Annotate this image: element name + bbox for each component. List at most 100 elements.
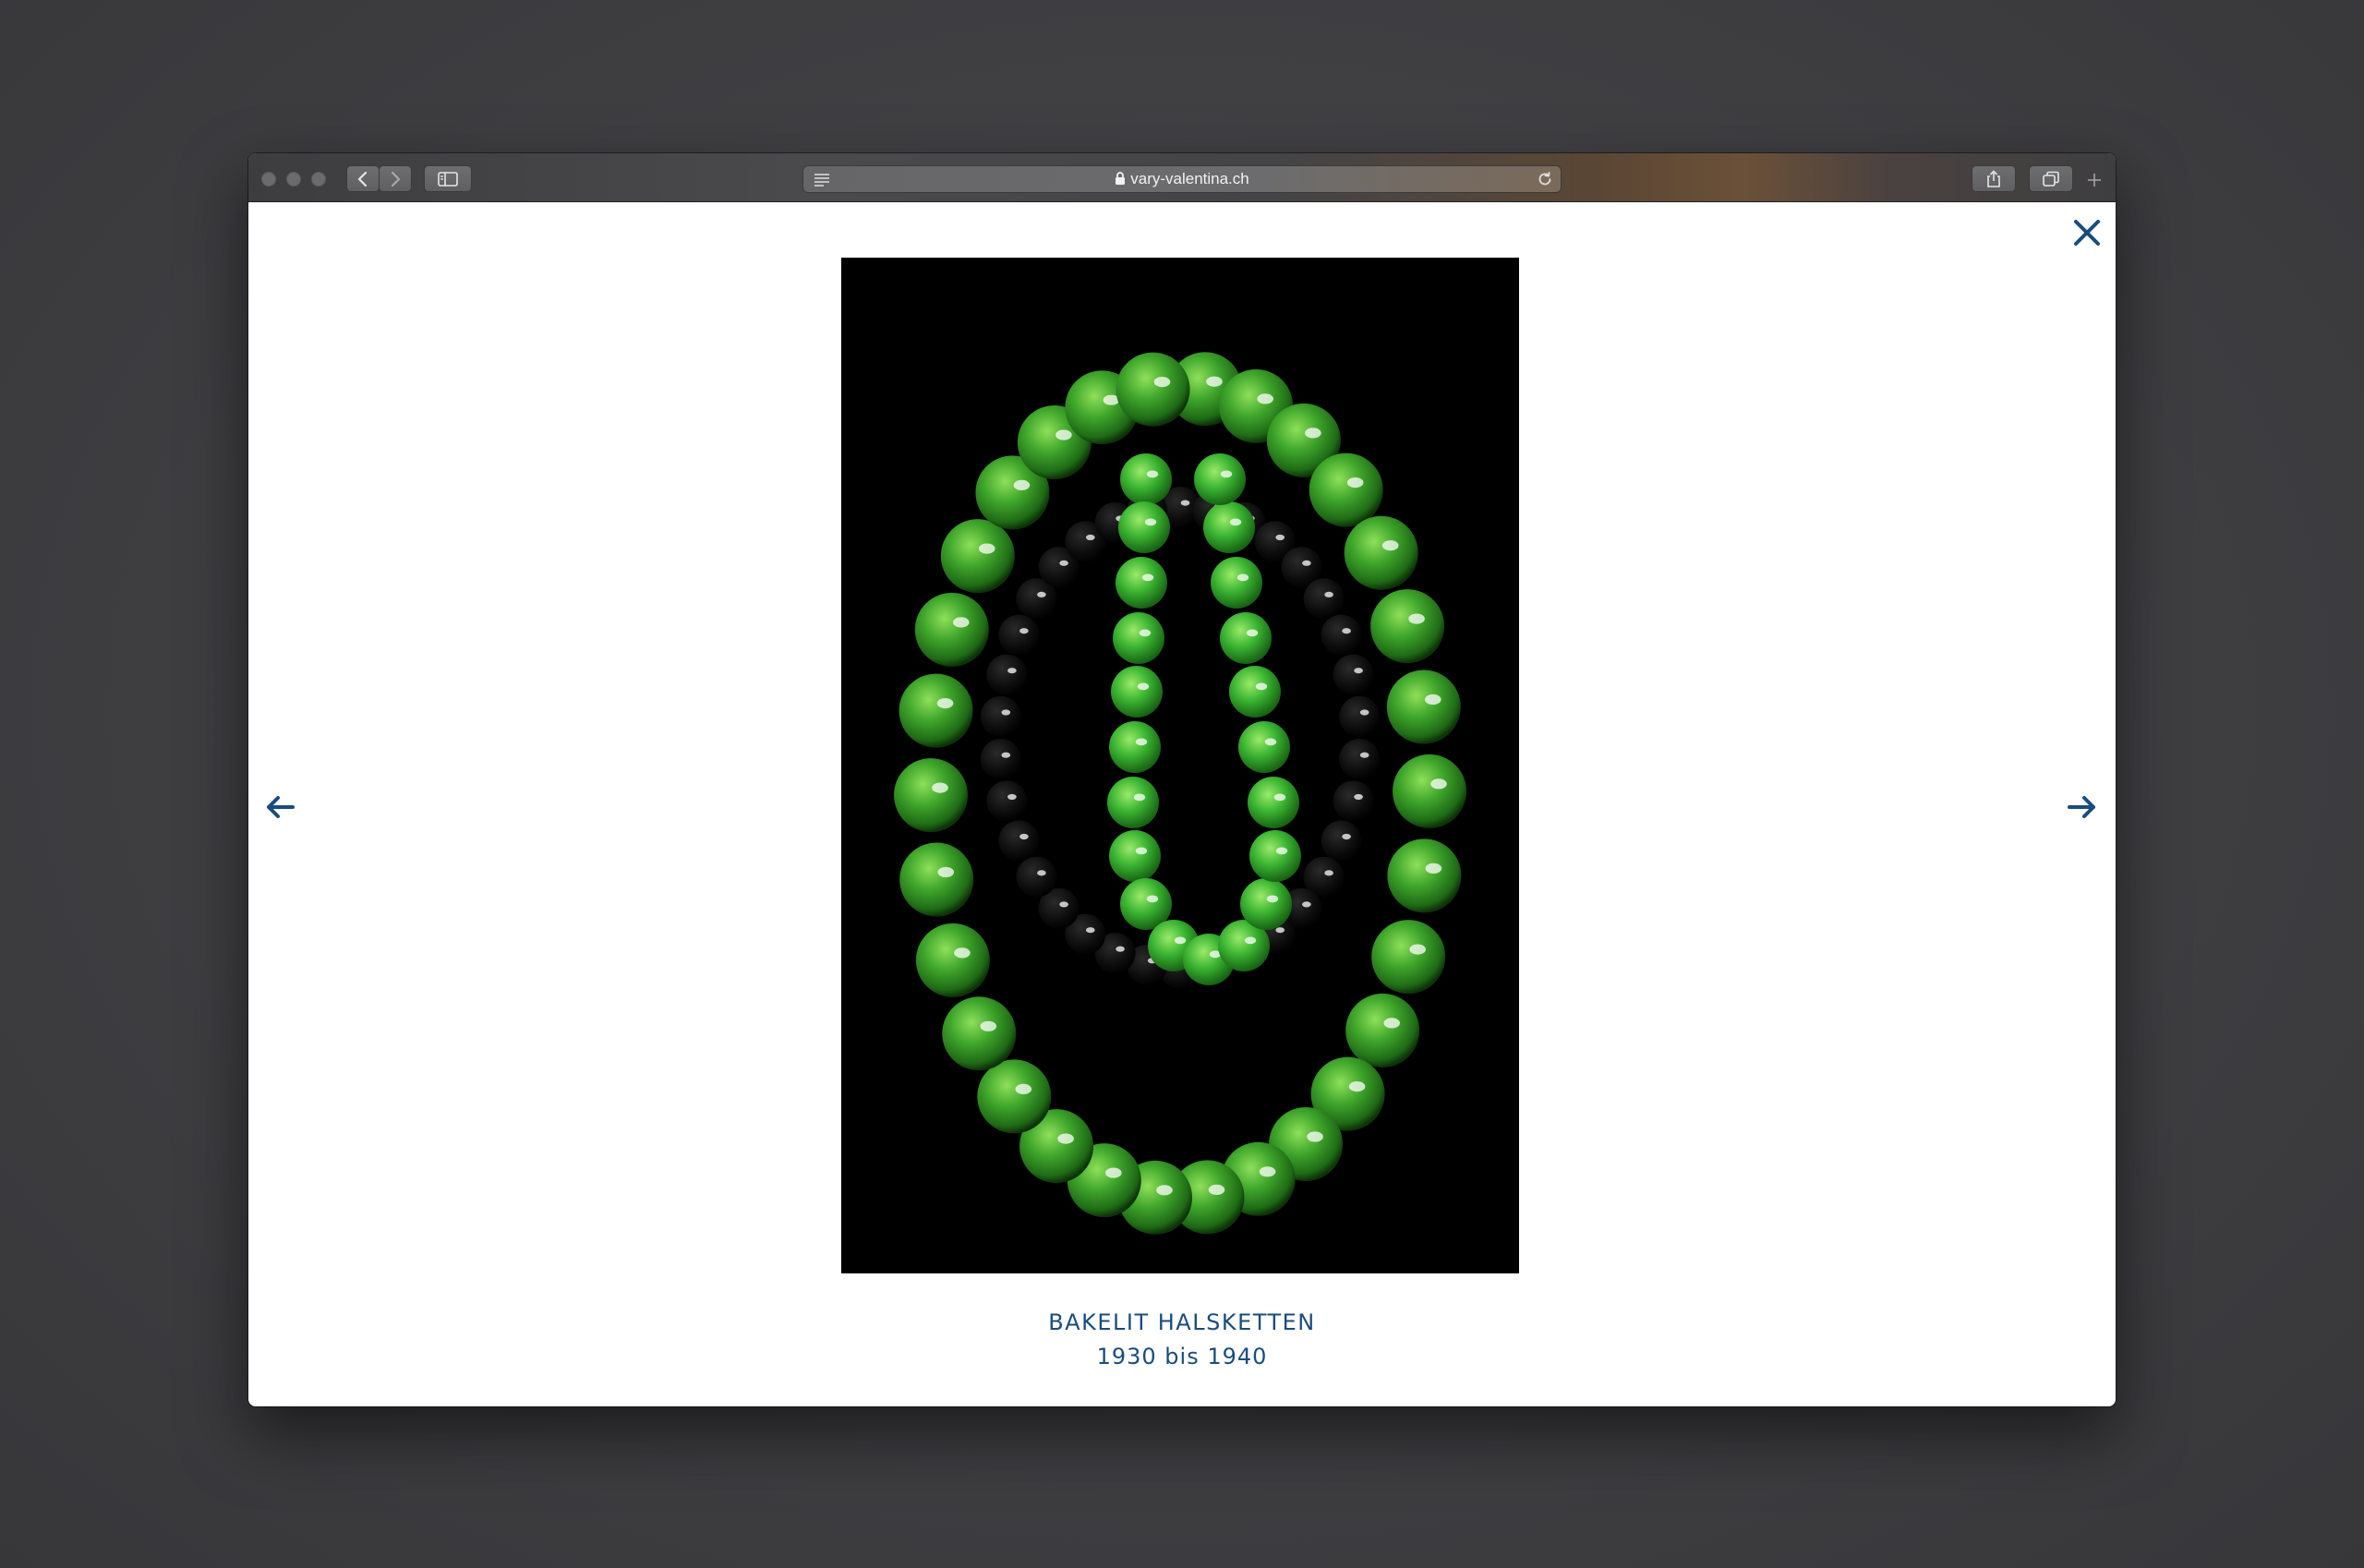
bead-highlight: [954, 947, 971, 959]
outer-green-bead: [1309, 452, 1383, 527]
inner-green-bead: [1203, 501, 1255, 553]
url-display[interactable]: vary-valentina.ch: [803, 171, 1561, 187]
outer-green-bead: [1345, 993, 1420, 1067]
outer-green-bead: [899, 842, 974, 917]
sidebar-icon: [438, 171, 458, 187]
sidebar-toggle-button[interactable]: [424, 165, 472, 192]
lightbox-close-button[interactable]: [2071, 217, 2103, 248]
bead-highlight: [1307, 1131, 1323, 1142]
dark-bead: [1333, 654, 1374, 695]
lock-icon: [1116, 172, 1126, 185]
bead-highlight: [1059, 560, 1068, 566]
reload-icon[interactable]: [1537, 171, 1553, 187]
inner-green-bead: [1109, 721, 1161, 773]
bead-highlight: [1259, 1166, 1276, 1177]
bead-highlight: [1116, 946, 1125, 952]
bead-highlight: [1057, 1133, 1074, 1144]
dark-bead: [1321, 614, 1362, 656]
image-caption-date: 1930 bis 1940: [1096, 1344, 1268, 1369]
bead-highlight: [1086, 927, 1095, 934]
tabs-overview-button[interactable]: [2029, 165, 2073, 192]
bead-highlight: [1430, 778, 1447, 790]
dark-bead: [1321, 820, 1362, 862]
bead-highlight: [1001, 709, 1011, 716]
bead-highlight: [1019, 628, 1029, 634]
chevron-left-icon: [357, 171, 368, 187]
new-tab-button[interactable]: [2086, 172, 2103, 192]
bead-highlight: [1359, 709, 1369, 716]
dark-bead: [980, 739, 1021, 780]
dark-bead: [998, 820, 1040, 862]
bead-highlight: [1139, 629, 1152, 637]
tabs-icon: [2043, 171, 2059, 187]
browser-window: vary-valentina.ch BAKELIT HALSKETTEN 193…: [248, 153, 2116, 1406]
bead-highlight: [1244, 936, 1257, 945]
previous-image-button[interactable]: [265, 793, 296, 821]
inner-green-bead: [1107, 777, 1159, 828]
bead-highlight: [1180, 500, 1190, 506]
back-button[interactable]: [346, 165, 380, 192]
chevron-right-icon: [391, 171, 401, 187]
bead-highlight: [1105, 1167, 1122, 1178]
dark-bead: [980, 695, 1021, 737]
bead-highlight: [1146, 470, 1159, 478]
inner-green-bead: [1116, 557, 1167, 609]
outer-green-bead: [899, 673, 973, 748]
outer-green-bead: [1393, 754, 1466, 828]
arrow-right-icon: [2068, 796, 2095, 818]
outer-green-bead: [942, 996, 1017, 1071]
window-close-light[interactable]: [261, 172, 276, 187]
window-minimize-light[interactable]: [286, 172, 301, 187]
bead-highlight: [1007, 668, 1017, 674]
bead-highlight: [1425, 862, 1442, 874]
outer-green-bead: [894, 758, 968, 833]
inner-green-bead: [1229, 666, 1281, 718]
dark-bead: [998, 614, 1040, 656]
dark-bead: [986, 780, 1028, 822]
bead-highlight: [1007, 793, 1017, 801]
inner-green-bead: [1118, 501, 1170, 553]
bead-highlight: [1302, 560, 1311, 566]
inner-green-bead: [1120, 453, 1172, 505]
bead-highlight: [1001, 752, 1011, 758]
bead-highlight: [1257, 393, 1273, 404]
outer-green-bead: [977, 1059, 1052, 1134]
bead-highlight: [1141, 573, 1154, 582]
lightbox: BAKELIT HALSKETTEN 1930 bis 1940: [248, 202, 2116, 1406]
bead-highlight: [1146, 895, 1159, 903]
bead-highlight: [1236, 573, 1249, 582]
bead-highlight: [1206, 376, 1223, 387]
bead-highlight: [1275, 847, 1288, 855]
bead-highlight: [1133, 793, 1146, 802]
outer-green-bead: [1116, 352, 1190, 427]
bead-highlight: [1055, 429, 1072, 440]
inner-green-bead: [1111, 666, 1163, 718]
necklace-illustration: [894, 352, 1466, 1235]
outer-green-bead: [915, 923, 990, 997]
inner-green-bead: [1240, 878, 1292, 930]
outer-green-bead: [1371, 920, 1446, 995]
bead-highlight: [953, 617, 970, 628]
dark-bead: [1339, 739, 1381, 780]
dark-bead: [1339, 695, 1381, 737]
window-zoom-light[interactable]: [311, 172, 326, 187]
inner-green-bead: [1238, 721, 1290, 773]
bead-highlight: [980, 1020, 997, 1031]
dark-bead: [1333, 780, 1374, 822]
dark-bead: [1303, 578, 1345, 620]
bead-highlight: [1246, 629, 1259, 637]
share-button[interactable]: [1972, 165, 2016, 192]
bead-highlight: [1135, 847, 1148, 855]
bead-highlight: [1037, 591, 1046, 597]
browser-toolbar: vary-valentina.ch: [248, 153, 2116, 202]
next-image-button[interactable]: [2066, 793, 2097, 821]
bead-highlight: [1425, 694, 1441, 706]
forward-button[interactable]: [379, 165, 412, 192]
bead-highlight: [1037, 870, 1046, 876]
bead-highlight: [1220, 470, 1233, 478]
address-bar[interactable]: vary-valentina.ch: [802, 165, 1562, 193]
outer-green-bead: [914, 592, 989, 667]
inner-green-bead: [1113, 612, 1164, 664]
bead-highlight: [1305, 428, 1321, 439]
bead-highlight: [1255, 682, 1268, 691]
